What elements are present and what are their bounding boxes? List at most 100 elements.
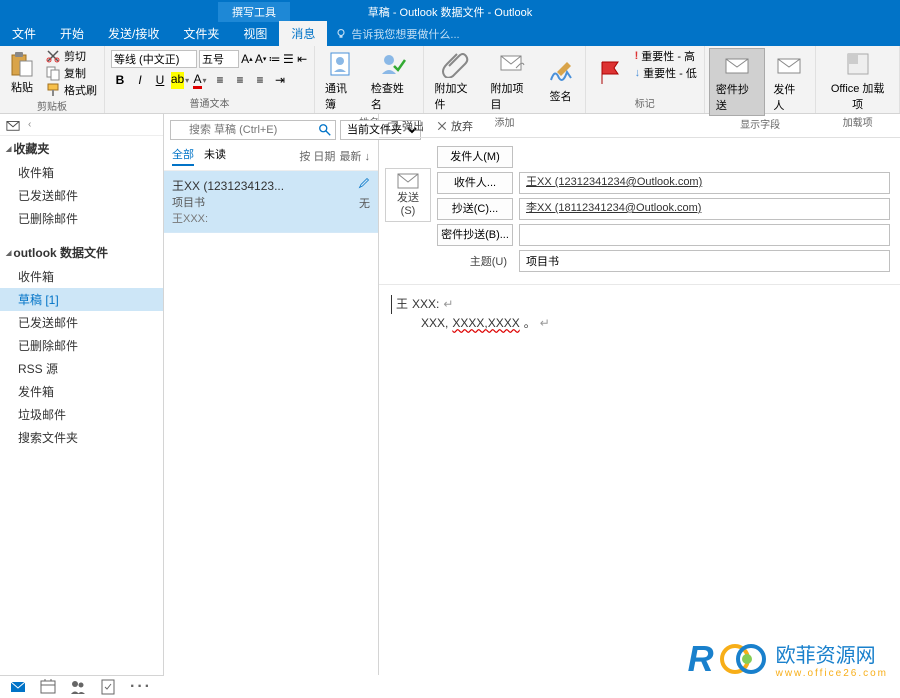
font-color-button[interactable]: A <box>191 71 209 89</box>
nav-item-inbox[interactable]: 收件箱 <box>0 161 163 184</box>
check-names-button[interactable]: 检查姓名 <box>365 48 420 114</box>
nav-item-sent[interactable]: 已发送邮件 <box>0 184 163 207</box>
new-email-icon[interactable] <box>6 118 20 132</box>
tab-message[interactable]: 消息 <box>279 21 327 46</box>
ribbon-group-addins: Office 加载项 加载项 <box>816 46 900 113</box>
search-input[interactable] <box>170 120 336 140</box>
nav-toolbar: ‹ <box>0 114 163 136</box>
grow-font-button[interactable]: A▴ <box>241 50 253 68</box>
follow-up-button[interactable] <box>590 48 630 95</box>
bcc-button[interactable]: 密件抄送(B)... <box>437 224 513 246</box>
ribbon-group-font: A▴ A▾ ≔ ☰ ⇤ B I U ab A ≡ ≡ ≡ ⇥ 普通文本 <box>105 46 315 113</box>
bcc-button[interactable]: 密件抄送 <box>709 48 766 116</box>
tab-view[interactable]: 视图 <box>231 21 279 46</box>
discard-button[interactable]: 放弃 <box>436 118 473 134</box>
font-name-select[interactable] <box>111 50 197 68</box>
address-book-button[interactable]: 通讯簿 <box>319 48 363 114</box>
favorites-header[interactable]: 收藏夹 <box>0 136 163 161</box>
title-bar: 撰写工具 草稿 - Outlook 数据文件 - Outlook <box>0 0 900 23</box>
nav-item-junk[interactable]: 垃圾邮件 <box>0 403 163 426</box>
align-left-button[interactable]: ≡ <box>211 71 229 89</box>
sort-newest[interactable]: 最新 ↓ <box>339 148 370 164</box>
tell-me-search[interactable]: 告诉我您想要做什么... <box>327 22 467 46</box>
importance-low-button[interactable]: ↓重要性 - 低 <box>632 65 700 81</box>
to-button[interactable]: 收件人... <box>437 172 513 194</box>
attach-item-button[interactable]: 附加项目 <box>485 48 539 114</box>
attach-file-button[interactable]: 附加文件 <box>428 48 482 114</box>
align-center-button[interactable]: ≡ <box>231 71 249 89</box>
chevron-left-icon[interactable]: ‹ <box>28 119 31 130</box>
indent-button[interactable]: ⇥ <box>271 71 289 89</box>
send-button[interactable]: 发送 (S) <box>385 168 431 222</box>
people-icon[interactable] <box>70 679 86 695</box>
to-field[interactable]: 王XX (12312341234@Outlook.com) <box>519 172 890 194</box>
nav-item-deleted2[interactable]: 已删除邮件 <box>0 334 163 357</box>
cut-button[interactable]: 剪切 <box>42 48 100 64</box>
nav-item-sent2[interactable]: 已发送邮件 <box>0 311 163 334</box>
popout-button[interactable]: 弹出 <box>387 118 424 134</box>
outdent-button[interactable]: ⇤ <box>296 50 308 68</box>
mail-list-item[interactable]: 王XX (1231234123... 项目书 王XXX: 无 <box>164 171 378 233</box>
align-right-button[interactable]: ≡ <box>251 71 269 89</box>
watermark-text: 欧菲资源网 <box>776 639 888 668</box>
watermark-r: R <box>688 638 714 680</box>
window-title: 草稿 - Outlook 数据文件 - Outlook <box>368 4 532 20</box>
sort-by-date[interactable]: 按 日期 <box>299 148 335 164</box>
datafile-header[interactable]: outlook 数据文件 <box>0 240 163 265</box>
tab-file[interactable]: 文件 <box>0 21 48 46</box>
importance-high-button[interactable]: !重要性 - 高 <box>632 48 700 64</box>
mail-icon[interactable] <box>10 679 26 695</box>
folder-pane: ‹ 收藏夹 收件箱 已发送邮件 已删除邮件 outlook 数据文件 收件箱 草… <box>0 114 164 675</box>
shrink-font-button[interactable]: A▾ <box>255 50 267 68</box>
from-button[interactable]: 发件人(M) <box>437 146 513 168</box>
contextual-tab-label: 撰写工具 <box>218 2 290 22</box>
nav-item-drafts[interactable]: 草稿 [1] <box>0 288 163 311</box>
office-addins-button[interactable]: Office 加载项 <box>820 48 895 114</box>
search-icon[interactable] <box>318 123 332 137</box>
show-from-button[interactable]: 发件人 <box>767 48 811 116</box>
brush-icon <box>45 82 61 98</box>
tab-folder[interactable]: 文件夹 <box>171 21 231 46</box>
draft-edit-icon <box>358 177 370 189</box>
italic-button[interactable]: I <box>131 71 149 89</box>
nav-item-outbox[interactable]: 发件箱 <box>0 380 163 403</box>
tab-sendrecv[interactable]: 发送/接收 <box>96 21 171 46</box>
nav-item-searchfolders[interactable]: 搜索文件夹 <box>0 426 163 449</box>
nav-item-deleted[interactable]: 已删除邮件 <box>0 207 163 230</box>
numbering-button[interactable]: ☰ <box>283 50 295 68</box>
watermark-logo <box>720 639 770 679</box>
format-painter-button[interactable]: 格式刷 <box>42 82 100 98</box>
text-cursor <box>391 295 392 314</box>
underline-button[interactable]: U <box>151 71 169 89</box>
highlight-button[interactable]: ab <box>171 71 189 89</box>
more-icon[interactable]: ··· <box>130 678 152 696</box>
bold-button[interactable]: B <box>111 71 129 89</box>
subject-field[interactable] <box>519 250 890 272</box>
nav-item-rss[interactable]: RSS 源 <box>0 357 163 380</box>
filter-all[interactable]: 全部 <box>172 146 194 166</box>
font-size-select[interactable] <box>199 50 239 68</box>
tasks-icon[interactable] <box>100 679 116 695</box>
cc-button[interactable]: 抄送(C)... <box>437 198 513 220</box>
bcc-field[interactable] <box>519 224 890 246</box>
signature-button[interactable]: 签名 <box>541 48 581 114</box>
paperclip-icon <box>441 50 469 78</box>
mail-subject: 项目书 <box>172 194 370 210</box>
paste-button[interactable]: 粘贴 <box>4 48 40 98</box>
nav-item-inbox2[interactable]: 收件箱 <box>0 265 163 288</box>
compose-header: 发送 (S) 发件人(M) 收件人... 王XX (12312341234@Ou… <box>379 138 900 285</box>
bcc-icon <box>723 51 751 79</box>
cc-field[interactable]: 李XX (18112341234@Outlook.com) <box>519 198 890 220</box>
copy-button[interactable]: 复制 <box>42 65 100 81</box>
calendar-icon[interactable] <box>40 679 56 695</box>
bulb-icon <box>335 28 347 40</box>
filter-unread[interactable]: 未读 <box>204 146 226 166</box>
bullets-button[interactable]: ≔ <box>269 50 281 68</box>
addins-icon <box>844 50 872 78</box>
subject-label: 主题(U) <box>437 253 513 269</box>
paste-icon <box>10 51 34 77</box>
flag-icon <box>596 58 624 86</box>
compose-body[interactable]: 王 XXX: ↵ XXX, XXXX,XXXX。 ↵ <box>379 285 900 675</box>
clipboard-group-label: 剪贴板 <box>4 98 100 114</box>
tab-home[interactable]: 开始 <box>48 21 96 46</box>
